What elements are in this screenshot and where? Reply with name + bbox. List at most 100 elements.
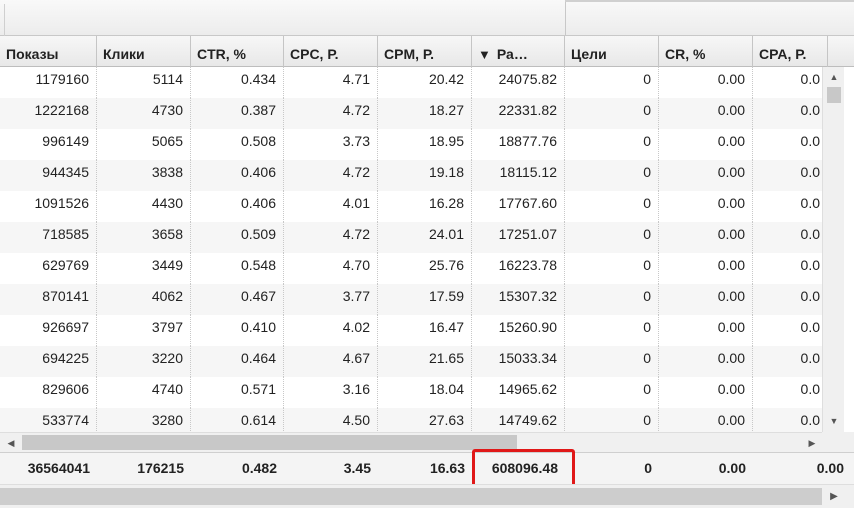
column-header-goals[interactable]: Цели <box>565 36 659 67</box>
bottom-scroll-right-icon[interactable]: ▶ <box>826 485 842 509</box>
column-header-clicks[interactable]: Клики <box>97 36 191 67</box>
table-row[interactable]: 629769 3449 0.548 4.70 25.76 16223.78 0 0.00 0.0 <box>0 253 822 284</box>
bottom-horizontal-scrollbar[interactable]: ▶ <box>0 484 854 508</box>
cell-cpa: 0.0 <box>753 253 822 284</box>
column-header-cpa[interactable]: CPA, Р. <box>753 36 828 67</box>
cell-cpm: 18.04 <box>378 377 472 408</box>
cell-cr: 0.00 <box>659 377 753 408</box>
table-row[interactable]: 996149 5065 0.508 3.73 18.95 18877.76 0 0.00 0.0 <box>0 129 822 160</box>
grid-body: 1179160 5114 0.434 4.71 20.42 24075.82 0 0.00 0.… <box>0 67 822 432</box>
totals-row: 36564041 176215 0.482 3.45 16.63 608096.48 0 0.… <box>0 452 854 484</box>
cell-clicks: 4062 <box>97 284 191 315</box>
cell-shows: 694225 <box>0 346 97 377</box>
total-cpm: 16.63 <box>429 460 465 476</box>
table-row[interactable]: 926697 3797 0.410 4.02 16.47 15260.90 0 0.00 0.0 <box>0 315 822 346</box>
group-header-band <box>0 0 854 36</box>
cell-ctr: 0.508 <box>191 129 284 160</box>
total-ctr: 0.482 <box>241 460 277 476</box>
cell-ctr: 0.406 <box>191 160 284 191</box>
cell-cpa: 0.0 <box>753 408 822 432</box>
cell-ctr: 0.410 <box>191 315 284 346</box>
cell-clicks: 3838 <box>97 160 191 191</box>
column-header-shows[interactable]: Показы <box>0 36 97 67</box>
cell-goals: 0 <box>565 98 659 129</box>
cell-goals: 0 <box>565 160 659 191</box>
cell-goals: 0 <box>565 377 659 408</box>
cell-ctr: 0.548 <box>191 253 284 284</box>
cell-cpa: 0.0 <box>753 129 822 160</box>
cell-clicks: 3449 <box>97 253 191 284</box>
table-row[interactable]: 870141 4062 0.467 3.77 17.59 15307.32 0 0.00 0.0 <box>0 284 822 315</box>
cell-cpm: 18.27 <box>378 98 472 129</box>
table-row[interactable]: 533774 3280 0.614 4.50 27.63 14749.62 0 0.00 0.0 <box>0 408 822 432</box>
cell-spend: 14965.62 <box>472 377 565 408</box>
column-header-label: Цели <box>571 46 607 62</box>
cell-shows: 718585 <box>0 222 97 253</box>
cell-cpc: 4.70 <box>284 253 378 284</box>
cell-cpa: 0.0 <box>753 315 822 346</box>
cell-cpc: 3.73 <box>284 129 378 160</box>
cell-shows: 870141 <box>0 284 97 315</box>
total-goals: 0 <box>644 460 652 476</box>
table-row[interactable]: 944345 3838 0.406 4.72 19.18 18115.12 0 0.00 0.0 <box>0 160 822 191</box>
cell-spend: 24075.82 <box>472 67 565 98</box>
cell-shows: 533774 <box>0 408 97 432</box>
column-header-cr[interactable]: CR, % <box>659 36 753 67</box>
total-cr: 0.00 <box>718 460 746 476</box>
cell-ctr: 0.571 <box>191 377 284 408</box>
cell-ctr: 0.467 <box>191 284 284 315</box>
horizontal-scrollbar[interactable]: ◀ ▶ <box>0 432 822 452</box>
table-row[interactable]: 1179160 5114 0.434 4.71 20.42 24075.82 0 0.00 0.… <box>0 67 822 98</box>
bottom-scroll-thumb[interactable] <box>0 488 822 505</box>
cell-clicks: 3220 <box>97 346 191 377</box>
column-header-label: CPC, Р. <box>290 46 339 62</box>
horizontal-scroll-thumb[interactable] <box>22 435 517 450</box>
scroll-right-icon[interactable]: ▶ <box>804 433 820 453</box>
cell-cpm: 16.47 <box>378 315 472 346</box>
column-header-label: Клики <box>103 46 145 62</box>
column-header-label: Показы <box>6 46 59 62</box>
total-shows: 36564041 <box>27 460 90 476</box>
cell-cpm: 20.42 <box>378 67 472 98</box>
table-row[interactable]: 718585 3658 0.509 4.72 24.01 17251.07 0 0.00 0.0 <box>0 222 822 253</box>
scroll-left-icon[interactable]: ◀ <box>3 433 19 453</box>
cell-cr: 0.00 <box>659 253 753 284</box>
cell-goals: 0 <box>565 191 659 222</box>
column-header-ctr[interactable]: CTR, % <box>191 36 284 67</box>
cell-cpa: 0.0 <box>753 191 822 222</box>
cell-cr: 0.00 <box>659 98 753 129</box>
total-clicks: 176215 <box>137 460 184 476</box>
cell-spend: 16223.78 <box>472 253 565 284</box>
column-header-cpc[interactable]: CPC, Р. <box>284 36 378 67</box>
vertical-scrollbar[interactable]: ▲ ▼ <box>822 67 844 432</box>
cell-cpc: 3.16 <box>284 377 378 408</box>
cell-cr: 0.00 <box>659 315 753 346</box>
cell-cpc: 4.72 <box>284 98 378 129</box>
table-row[interactable]: 1091526 4430 0.406 4.01 16.28 17767.60 0 0.00 0.… <box>0 191 822 222</box>
column-header-spend[interactable]: ▼ Ра… <box>472 36 565 67</box>
cell-cr: 0.00 <box>659 284 753 315</box>
total-cpc: 3.45 <box>343 460 371 476</box>
table-row[interactable]: 1222168 4730 0.387 4.72 18.27 22331.82 0 0.00 0.… <box>0 98 822 129</box>
cell-spend: 15260.90 <box>472 315 565 346</box>
cell-clicks: 4740 <box>97 377 191 408</box>
cell-cr: 0.00 <box>659 191 753 222</box>
scroll-up-icon[interactable]: ▲ <box>823 69 845 85</box>
table-row[interactable]: 694225 3220 0.464 4.67 21.65 15033.34 0 0.00 0.0 <box>0 346 822 377</box>
scroll-down-icon[interactable]: ▼ <box>823 413 845 429</box>
cell-cpc: 4.02 <box>284 315 378 346</box>
cell-spend: 15307.32 <box>472 284 565 315</box>
sort-descending-icon[interactable]: ▼ <box>478 48 491 61</box>
cell-cpm: 24.01 <box>378 222 472 253</box>
cell-cpa: 0.0 <box>753 160 822 191</box>
vertical-scroll-thumb[interactable] <box>827 87 841 103</box>
cell-shows: 996149 <box>0 129 97 160</box>
cell-cr: 0.00 <box>659 129 753 160</box>
cell-cr: 0.00 <box>659 408 753 432</box>
cell-cpa: 0.0 <box>753 98 822 129</box>
column-header-cpm[interactable]: CPM, Р. <box>378 36 472 67</box>
table-row[interactable]: 829606 4740 0.571 3.16 18.04 14965.62 0 0.00 0.0 <box>0 377 822 408</box>
cell-shows: 1091526 <box>0 191 97 222</box>
cell-clicks: 5065 <box>97 129 191 160</box>
cell-cpc: 3.77 <box>284 284 378 315</box>
